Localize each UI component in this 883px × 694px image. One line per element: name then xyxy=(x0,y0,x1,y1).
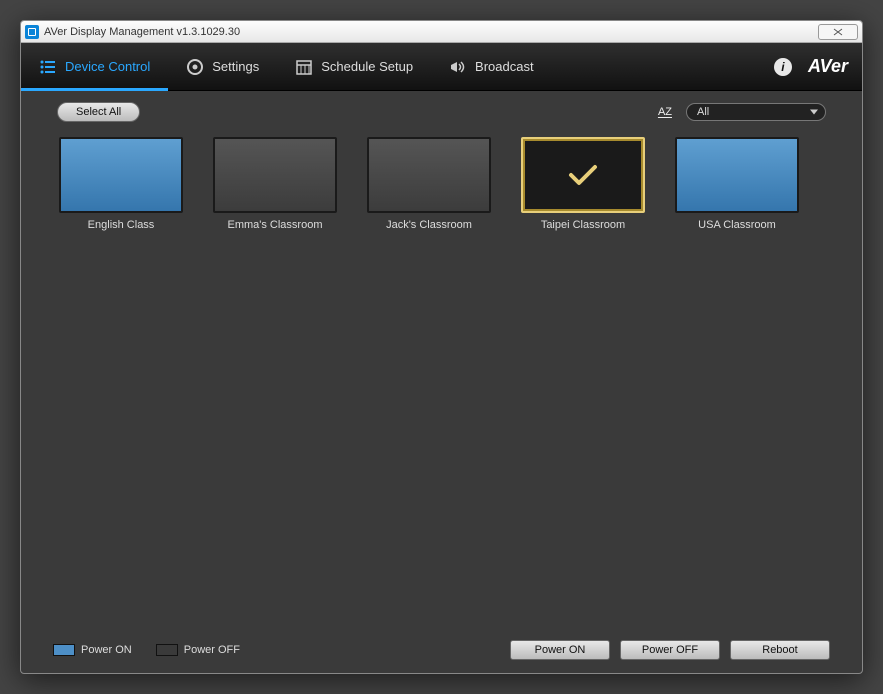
sort-button[interactable]: AZ xyxy=(658,106,672,118)
window-title: AVer Display Management v1.3.1029.30 xyxy=(44,26,240,38)
legend-label: Power OFF xyxy=(184,644,240,656)
legend-power-on: Power ON xyxy=(53,644,132,656)
device-item[interactable]: Taipei Classroom xyxy=(519,137,647,623)
power-on-button[interactable]: Power ON xyxy=(510,640,610,660)
device-item[interactable]: English Class xyxy=(57,137,185,623)
list-icon xyxy=(39,58,57,76)
swatch-off-icon xyxy=(156,644,178,656)
app-window: AVer Display Management v1.3.1029.30 Dev… xyxy=(20,20,863,674)
titlebar: AVer Display Management v1.3.1029.30 xyxy=(21,21,862,43)
tab-label: Device Control xyxy=(65,59,150,74)
tab-broadcast[interactable]: Broadcast xyxy=(431,43,552,90)
power-off-button[interactable]: Power OFF xyxy=(620,640,720,660)
reboot-button[interactable]: Reboot xyxy=(730,640,830,660)
device-label: Jack's Classroom xyxy=(386,219,472,231)
brand-logo: AVer xyxy=(808,56,848,77)
device-label: Taipei Classroom xyxy=(541,219,625,231)
device-label: Emma's Classroom xyxy=(227,219,322,231)
swatch-on-icon xyxy=(53,644,75,656)
gear-icon xyxy=(186,58,204,76)
close-icon xyxy=(832,28,844,36)
device-item[interactable]: Emma's Classroom xyxy=(211,137,339,623)
device-item[interactable]: USA Classroom xyxy=(673,137,801,623)
device-grid: English Class Emma's Classroom Jack's Cl… xyxy=(21,133,862,627)
tab-label: Settings xyxy=(212,59,259,74)
filter-dropdown[interactable]: All xyxy=(686,103,826,121)
device-label: USA Classroom xyxy=(698,219,776,231)
calendar-icon xyxy=(295,58,313,76)
tab-schedule[interactable]: Schedule Setup xyxy=(277,43,431,90)
device-screen-icon xyxy=(59,137,183,213)
legend-power-off: Power OFF xyxy=(156,644,240,656)
megaphone-icon xyxy=(449,58,467,76)
close-button[interactable] xyxy=(818,24,858,40)
select-all-button[interactable]: Select All xyxy=(57,102,140,122)
device-screen-icon xyxy=(213,137,337,213)
tab-device-control[interactable]: Device Control xyxy=(21,43,168,90)
tab-label: Schedule Setup xyxy=(321,59,413,74)
filter-selected: All xyxy=(686,103,826,121)
check-icon xyxy=(523,139,643,211)
legend-label: Power ON xyxy=(81,644,132,656)
footer: Power ON Power OFF Power ON Power OFF Re… xyxy=(21,627,862,673)
tab-label: Broadcast xyxy=(475,59,534,74)
navbar: Device Control Settings Schedule Setup B… xyxy=(21,43,862,91)
device-screen-icon xyxy=(675,137,799,213)
device-screen-icon xyxy=(521,137,645,213)
device-item[interactable]: Jack's Classroom xyxy=(365,137,493,623)
app-icon xyxy=(25,25,39,39)
info-button[interactable]: i xyxy=(774,58,792,76)
device-screen-icon xyxy=(367,137,491,213)
device-label: English Class xyxy=(88,219,155,231)
tab-settings[interactable]: Settings xyxy=(168,43,277,90)
toolbar: Select All AZ All xyxy=(21,91,862,133)
